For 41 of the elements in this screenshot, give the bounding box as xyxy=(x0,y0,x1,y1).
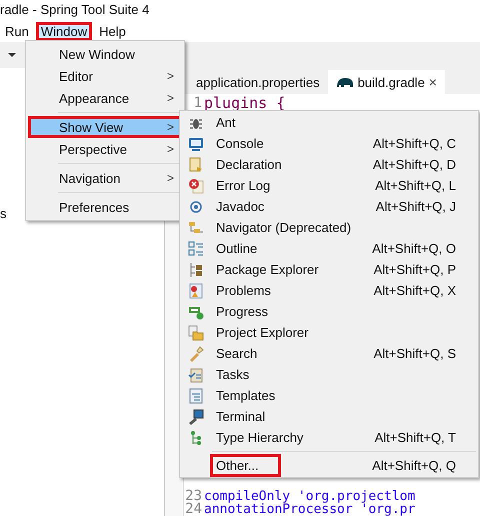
menu-item[interactable]: Editor > xyxy=(28,65,182,87)
menu-item[interactable]: Outline Alt+Shift+Q, O xyxy=(182,238,476,259)
editor-tab[interactable]: application.properties xyxy=(188,70,328,94)
editor-tab[interactable]: build.gradle × xyxy=(328,70,445,94)
code-text: annotationProcessor 'org.pr xyxy=(204,503,416,516)
submenu-arrow-icon: > xyxy=(166,120,174,134)
submenu-arrow-icon: > xyxy=(166,171,174,185)
menu-item[interactable]: Preferences xyxy=(28,196,182,218)
line-number: 24 xyxy=(184,503,203,516)
line-number: 23 xyxy=(184,490,203,503)
menu-item[interactable]: Appearance > xyxy=(28,87,182,109)
submenu-arrow-icon: > xyxy=(166,69,174,83)
close-icon[interactable]: × xyxy=(428,74,437,90)
menu-item[interactable]: Project Explorer xyxy=(182,322,476,343)
menu-item[interactable]: Show View > xyxy=(28,116,182,138)
menu-bar-item[interactable]: Run xyxy=(0,22,34,40)
menu-item[interactable]: Terminal xyxy=(182,406,476,427)
menu-item[interactable]: Console Alt+Shift+Q, C xyxy=(182,133,476,154)
menu-item[interactable]: Navigation > xyxy=(28,167,182,189)
menu-item[interactable]: Templates xyxy=(182,385,476,406)
menu-item[interactable]: Javadoc Alt+Shift+Q, J xyxy=(182,196,476,217)
menu-item[interactable]: Ant xyxy=(182,112,476,133)
left-pane-text: s xyxy=(0,206,6,221)
menu-item[interactable]: Perspective > xyxy=(28,138,182,160)
menu-item[interactable]: Tasks xyxy=(182,364,476,385)
code-text: compileOnly 'org.projectlom xyxy=(204,490,416,503)
menu-bar-item[interactable]: Window xyxy=(36,22,92,40)
menu-item[interactable]: Error Log Alt+Shift+Q, L xyxy=(182,175,476,196)
code-text: plugins { xyxy=(204,94,286,112)
menu-item[interactable]: Search Alt+Shift+Q, S xyxy=(182,343,476,364)
submenu-arrow-icon: > xyxy=(166,142,174,156)
menu-bar-item[interactable]: Help xyxy=(94,22,131,40)
line-number: 1 xyxy=(192,94,203,112)
menu-item[interactable]: Other... Alt+Shift+Q, Q xyxy=(182,455,476,476)
submenu-arrow-icon: > xyxy=(166,91,174,105)
menu-item[interactable]: Navigator (Deprecated) xyxy=(182,217,476,238)
menu-item[interactable]: Type Hierarchy Alt+Shift+Q, T xyxy=(182,427,476,448)
menu-item[interactable]: Problems Alt+Shift+Q, X xyxy=(182,280,476,301)
menu-item[interactable]: Declaration Alt+Shift+Q, D xyxy=(182,154,476,175)
menu-item[interactable]: Package Explorer Alt+Shift+Q, P xyxy=(182,259,476,280)
menu-item[interactable]: Progress xyxy=(182,301,476,322)
